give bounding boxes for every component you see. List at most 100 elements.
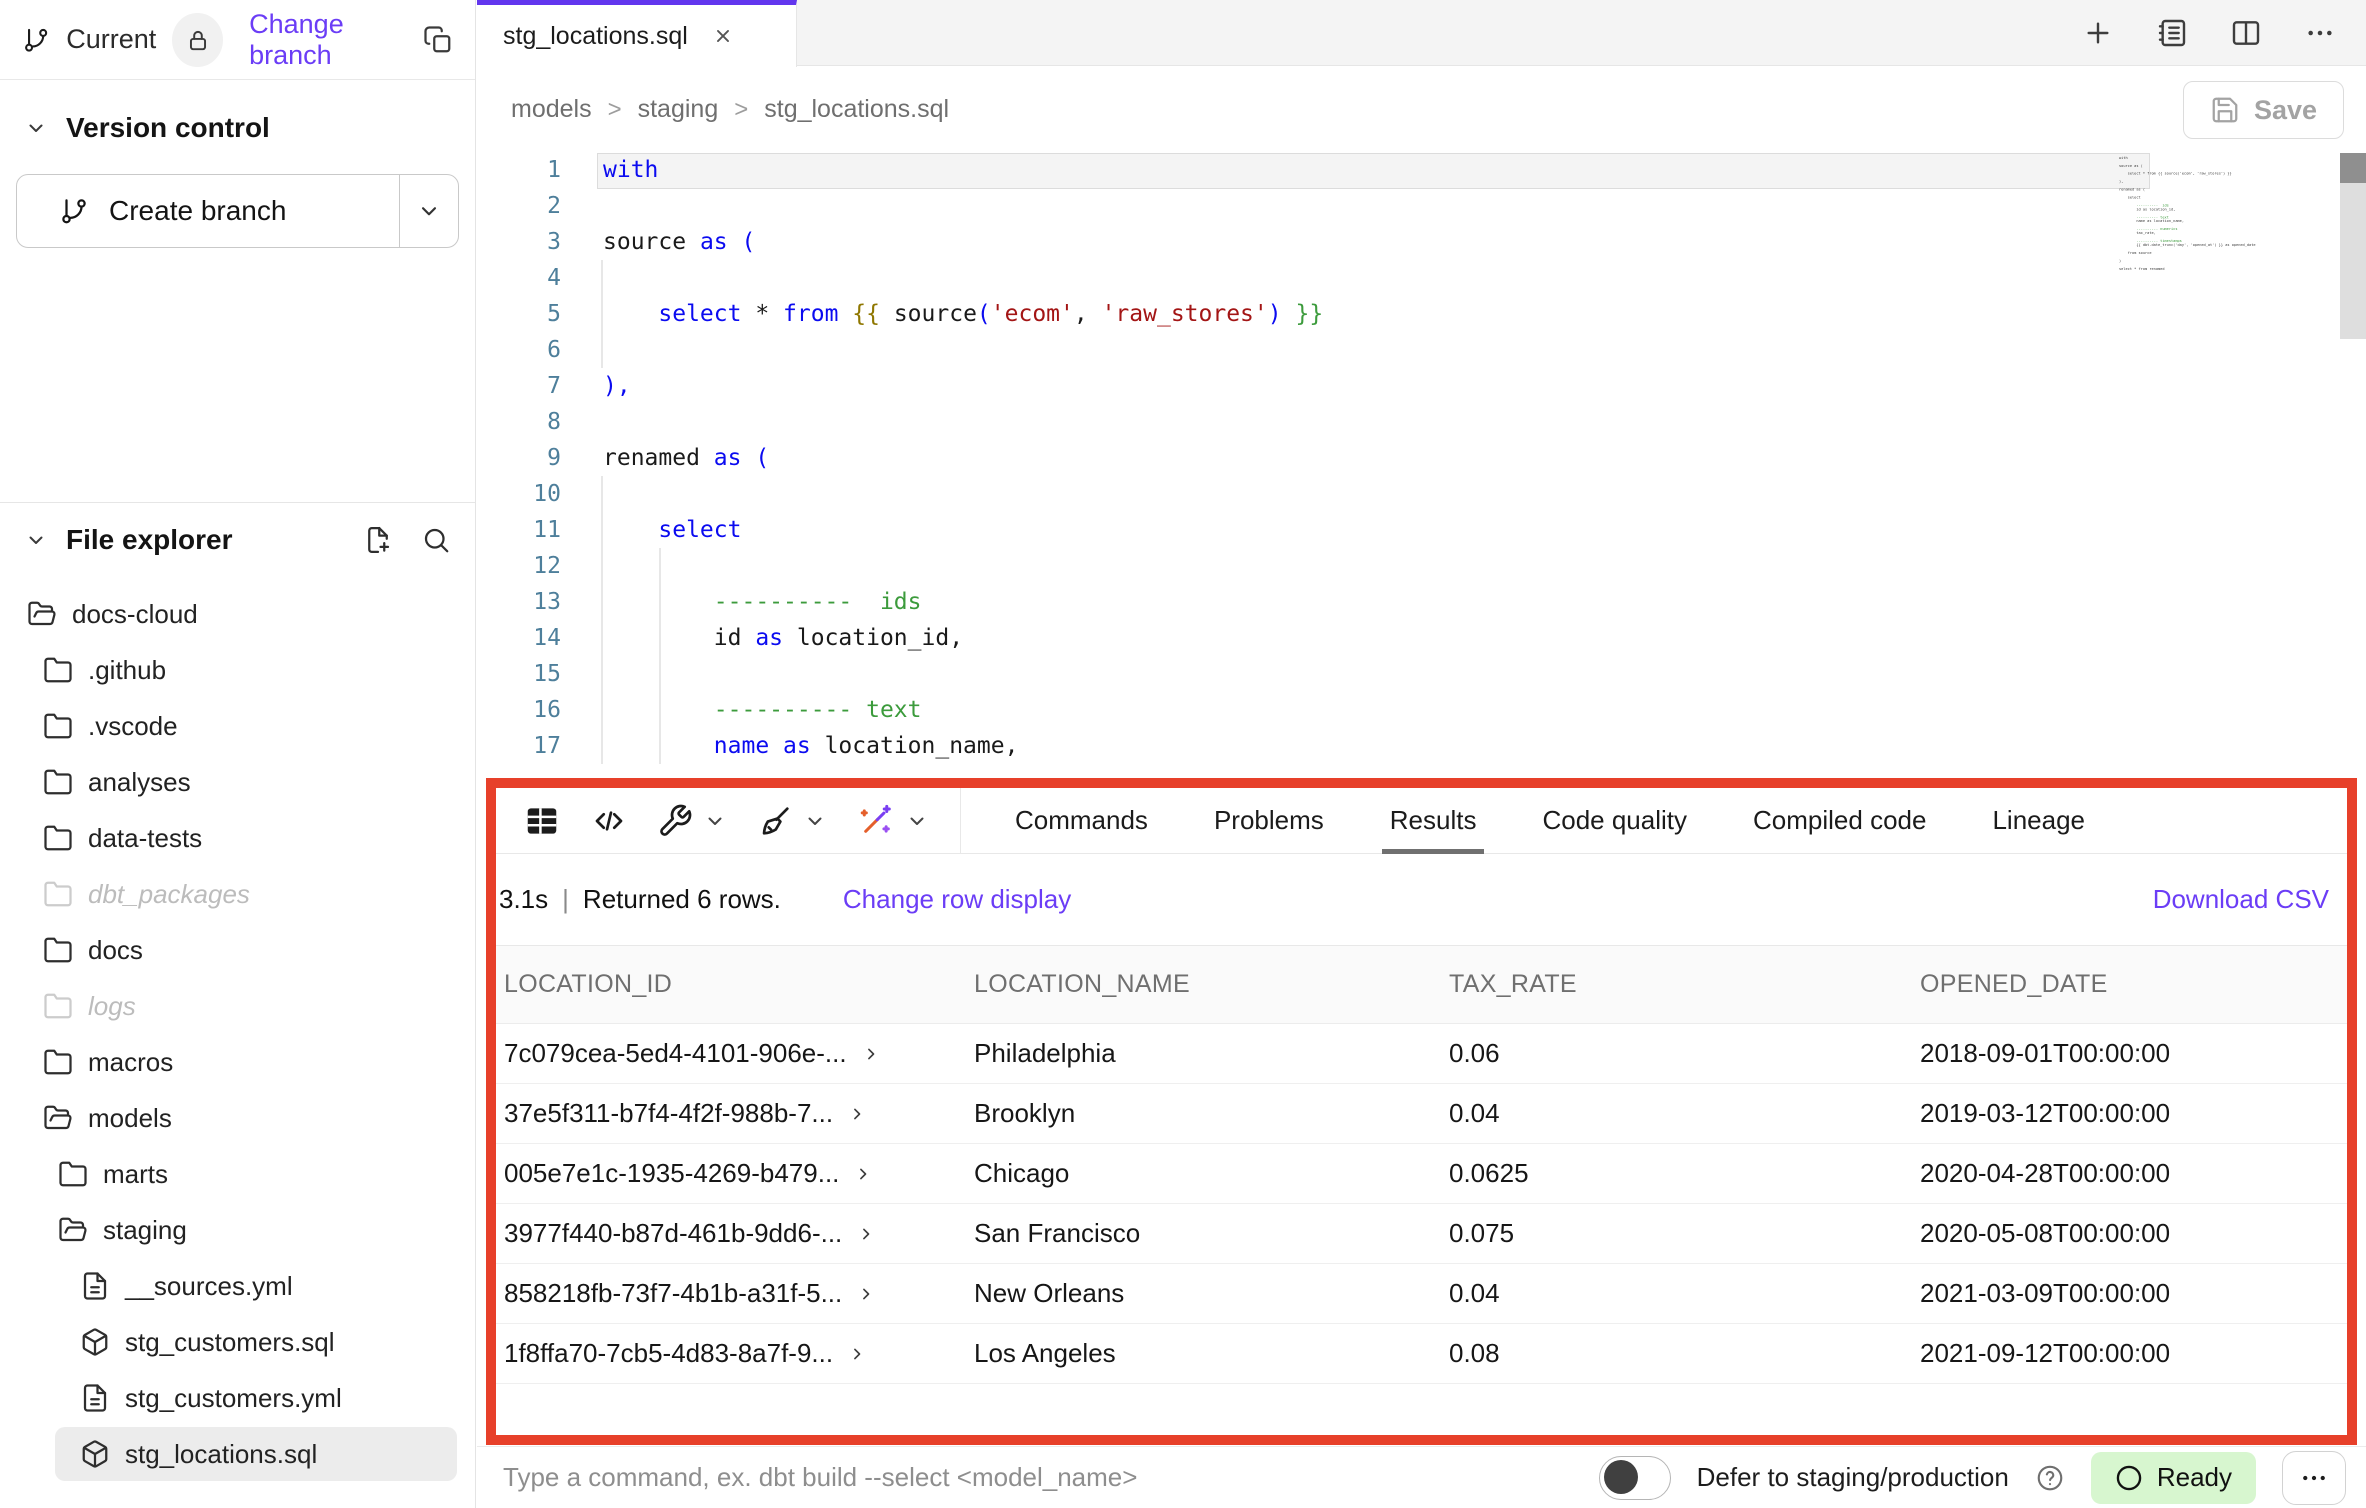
file-tree-item-staging[interactable]: staging [0,1202,475,1258]
editor-menu-button[interactable] [2304,17,2336,49]
code-line-11[interactable]: 11 select [477,512,2366,548]
code-line-9[interactable]: 9renamed as ( [477,440,2366,476]
code-lines[interactable]: 1with23source as (45 select * from {{ so… [477,152,2366,764]
editor-scrollbar-thumb[interactable] [2340,153,2366,183]
file-tree-item-data-tests[interactable]: data-tests [0,810,475,866]
results-table-body: 7c079cea-5ed4-4101-906e-...Philadelphia0… [496,1024,2347,1384]
panel-tab-results[interactable]: Results [1390,788,1477,854]
lint-button[interactable] [742,803,842,839]
change-branch-link[interactable]: Change branch [249,9,423,71]
table-cell: Brooklyn [966,1098,1441,1129]
search-files-button[interactable] [421,525,451,555]
breadcrumb-item[interactable]: staging [638,95,719,124]
create-branch-dropdown[interactable] [400,175,458,247]
file-tree-item-docs-cloud[interactable]: docs-cloud [0,586,475,642]
panel-tab-code-quality[interactable]: Code quality [1542,788,1687,854]
code-line-7[interactable]: 7), [477,368,2366,404]
version-control-header[interactable]: Version control [0,80,475,144]
plus-icon [2082,17,2114,49]
code-line-4[interactable]: 4 [477,260,2366,296]
column-header-location_id[interactable]: LOCATION_ID [496,970,966,999]
change-row-display-link[interactable]: Change row display [843,884,1071,915]
code-line-10[interactable]: 10 [477,476,2366,512]
column-header-location_name[interactable]: LOCATION_NAME [966,970,1441,999]
copy-branch-button[interactable] [423,25,453,55]
table-view-button[interactable] [508,802,576,840]
file-tree-item--sources-yml[interactable]: __sources.yml [0,1258,475,1314]
chevron-right-icon [847,1104,867,1124]
create-branch-main[interactable]: Create branch [17,175,399,247]
panel-tab-problems[interactable]: Problems [1214,788,1324,854]
command-input[interactable] [477,1461,1599,1494]
file-tree-item-docs[interactable]: docs [0,922,475,978]
panel-tab-commands[interactable]: Commands [1015,788,1148,854]
code-line-6[interactable]: 6 [477,332,2366,368]
expand-row-button[interactable] [856,1224,876,1244]
location-id-value: 858218fb-73f7-4b1b-a31f-5... [504,1278,842,1309]
file-tree-item-label: data-tests [88,823,202,854]
defer-toggle[interactable] [1599,1456,1671,1500]
folder-icon [43,767,73,797]
panel-toolbar: Commands Problems Results Code quality Compi… [496,788,2347,854]
code-line-8[interactable]: 8 [477,404,2366,440]
file-tree-item--vscode[interactable]: .vscode [0,698,475,754]
file-tree-item-marts[interactable]: marts [0,1146,475,1202]
code-line-13[interactable]: 13 ---------- ids [477,584,2366,620]
file-tree-item--github[interactable]: .github [0,642,475,698]
column-header-opened_date[interactable]: OPENED_DATE [1912,970,2347,999]
column-header-tax_rate[interactable]: TAX_RATE [1441,970,1912,999]
file-tree-item-models[interactable]: models [0,1090,475,1146]
table-cell: 0.04 [1441,1278,1912,1309]
table-cell: 0.0625 [1441,1158,1912,1189]
close-tab-button[interactable] [712,25,734,47]
code-view-button[interactable] [576,803,642,839]
code-line-5[interactable]: 5 select * from {{ source('ecom', 'raw_s… [477,296,2366,332]
expand-row-button[interactable] [861,1044,881,1064]
file-tree-item-macros[interactable]: macros [0,1034,475,1090]
editor-minimap[interactable]: with source as ( select * from {{ source… [2119,156,2257,546]
split-pane-icon [2230,17,2262,49]
code-line-16[interactable]: 16 ---------- text [477,692,2366,728]
code-editor[interactable]: 1with23source as (45 select * from {{ so… [477,152,2366,778]
editor-scrollbar-track[interactable] [2340,183,2366,339]
table-cell: Chicago [966,1158,1441,1189]
expand-row-button[interactable] [856,1284,876,1304]
file-tree-item-analyses[interactable]: analyses [0,754,475,810]
code-line-12[interactable]: 12 [477,548,2366,584]
code-line-17[interactable]: 17 name as location_name, [477,728,2366,764]
defer-help-button[interactable] [2035,1463,2065,1493]
breadcrumb-item[interactable]: models [511,95,592,124]
file-explorer-header[interactable]: File explorer [0,512,475,568]
code-line-3[interactable]: 3source as ( [477,224,2366,260]
chevron-right-icon [847,1344,867,1364]
file-tree-item-stg-customers-yml[interactable]: stg_customers.yml [0,1370,475,1426]
split-editor-button[interactable] [2230,17,2262,49]
new-tab-button[interactable] [2082,17,2114,49]
panel-tab-lineage[interactable]: Lineage [1992,788,2085,854]
location-id-value: 3977f440-b87d-461b-9dd6-... [504,1218,842,1249]
panel-tabs: Commands Problems Results Code quality Compi… [1015,788,2085,854]
code-line-2[interactable]: 2 [477,188,2366,224]
build-tools-button[interactable] [642,803,742,839]
code-line-14[interactable]: 14 id as location_id, [477,620,2366,656]
code-line-15[interactable]: 15 [477,656,2366,692]
expand-row-button[interactable] [847,1104,867,1124]
ide-status-badge[interactable]: Ready [2091,1452,2256,1504]
command-bar-menu-button[interactable] [2282,1451,2346,1505]
download-csv-link[interactable]: Download CSV [2153,884,2329,915]
file-tree-item-dbt-packages[interactable]: dbt_packages [0,866,475,922]
save-button[interactable]: Save [2183,81,2344,139]
new-file-button[interactable] [363,525,393,555]
file-tree-item-stg-locations-sql[interactable]: stg_locations.sql [0,1426,475,1482]
file-tree-item-stg-customers-sql[interactable]: stg_customers.sql [0,1314,475,1370]
breadcrumb-item[interactable]: stg_locations.sql [764,95,949,124]
code-line-1[interactable]: 1with [477,152,2366,188]
notebook-button[interactable] [2156,17,2188,49]
tab-stg-locations-sql[interactable]: stg_locations.sql [477,0,797,67]
file-tree-item-logs[interactable]: logs [0,978,475,1034]
expand-row-button[interactable] [847,1344,867,1364]
panel-tab-compiled-code[interactable]: Compiled code [1753,788,1926,854]
ai-assist-button[interactable] [842,802,944,840]
create-branch-button[interactable]: Create branch [16,174,459,248]
expand-row-button[interactable] [853,1164,873,1184]
